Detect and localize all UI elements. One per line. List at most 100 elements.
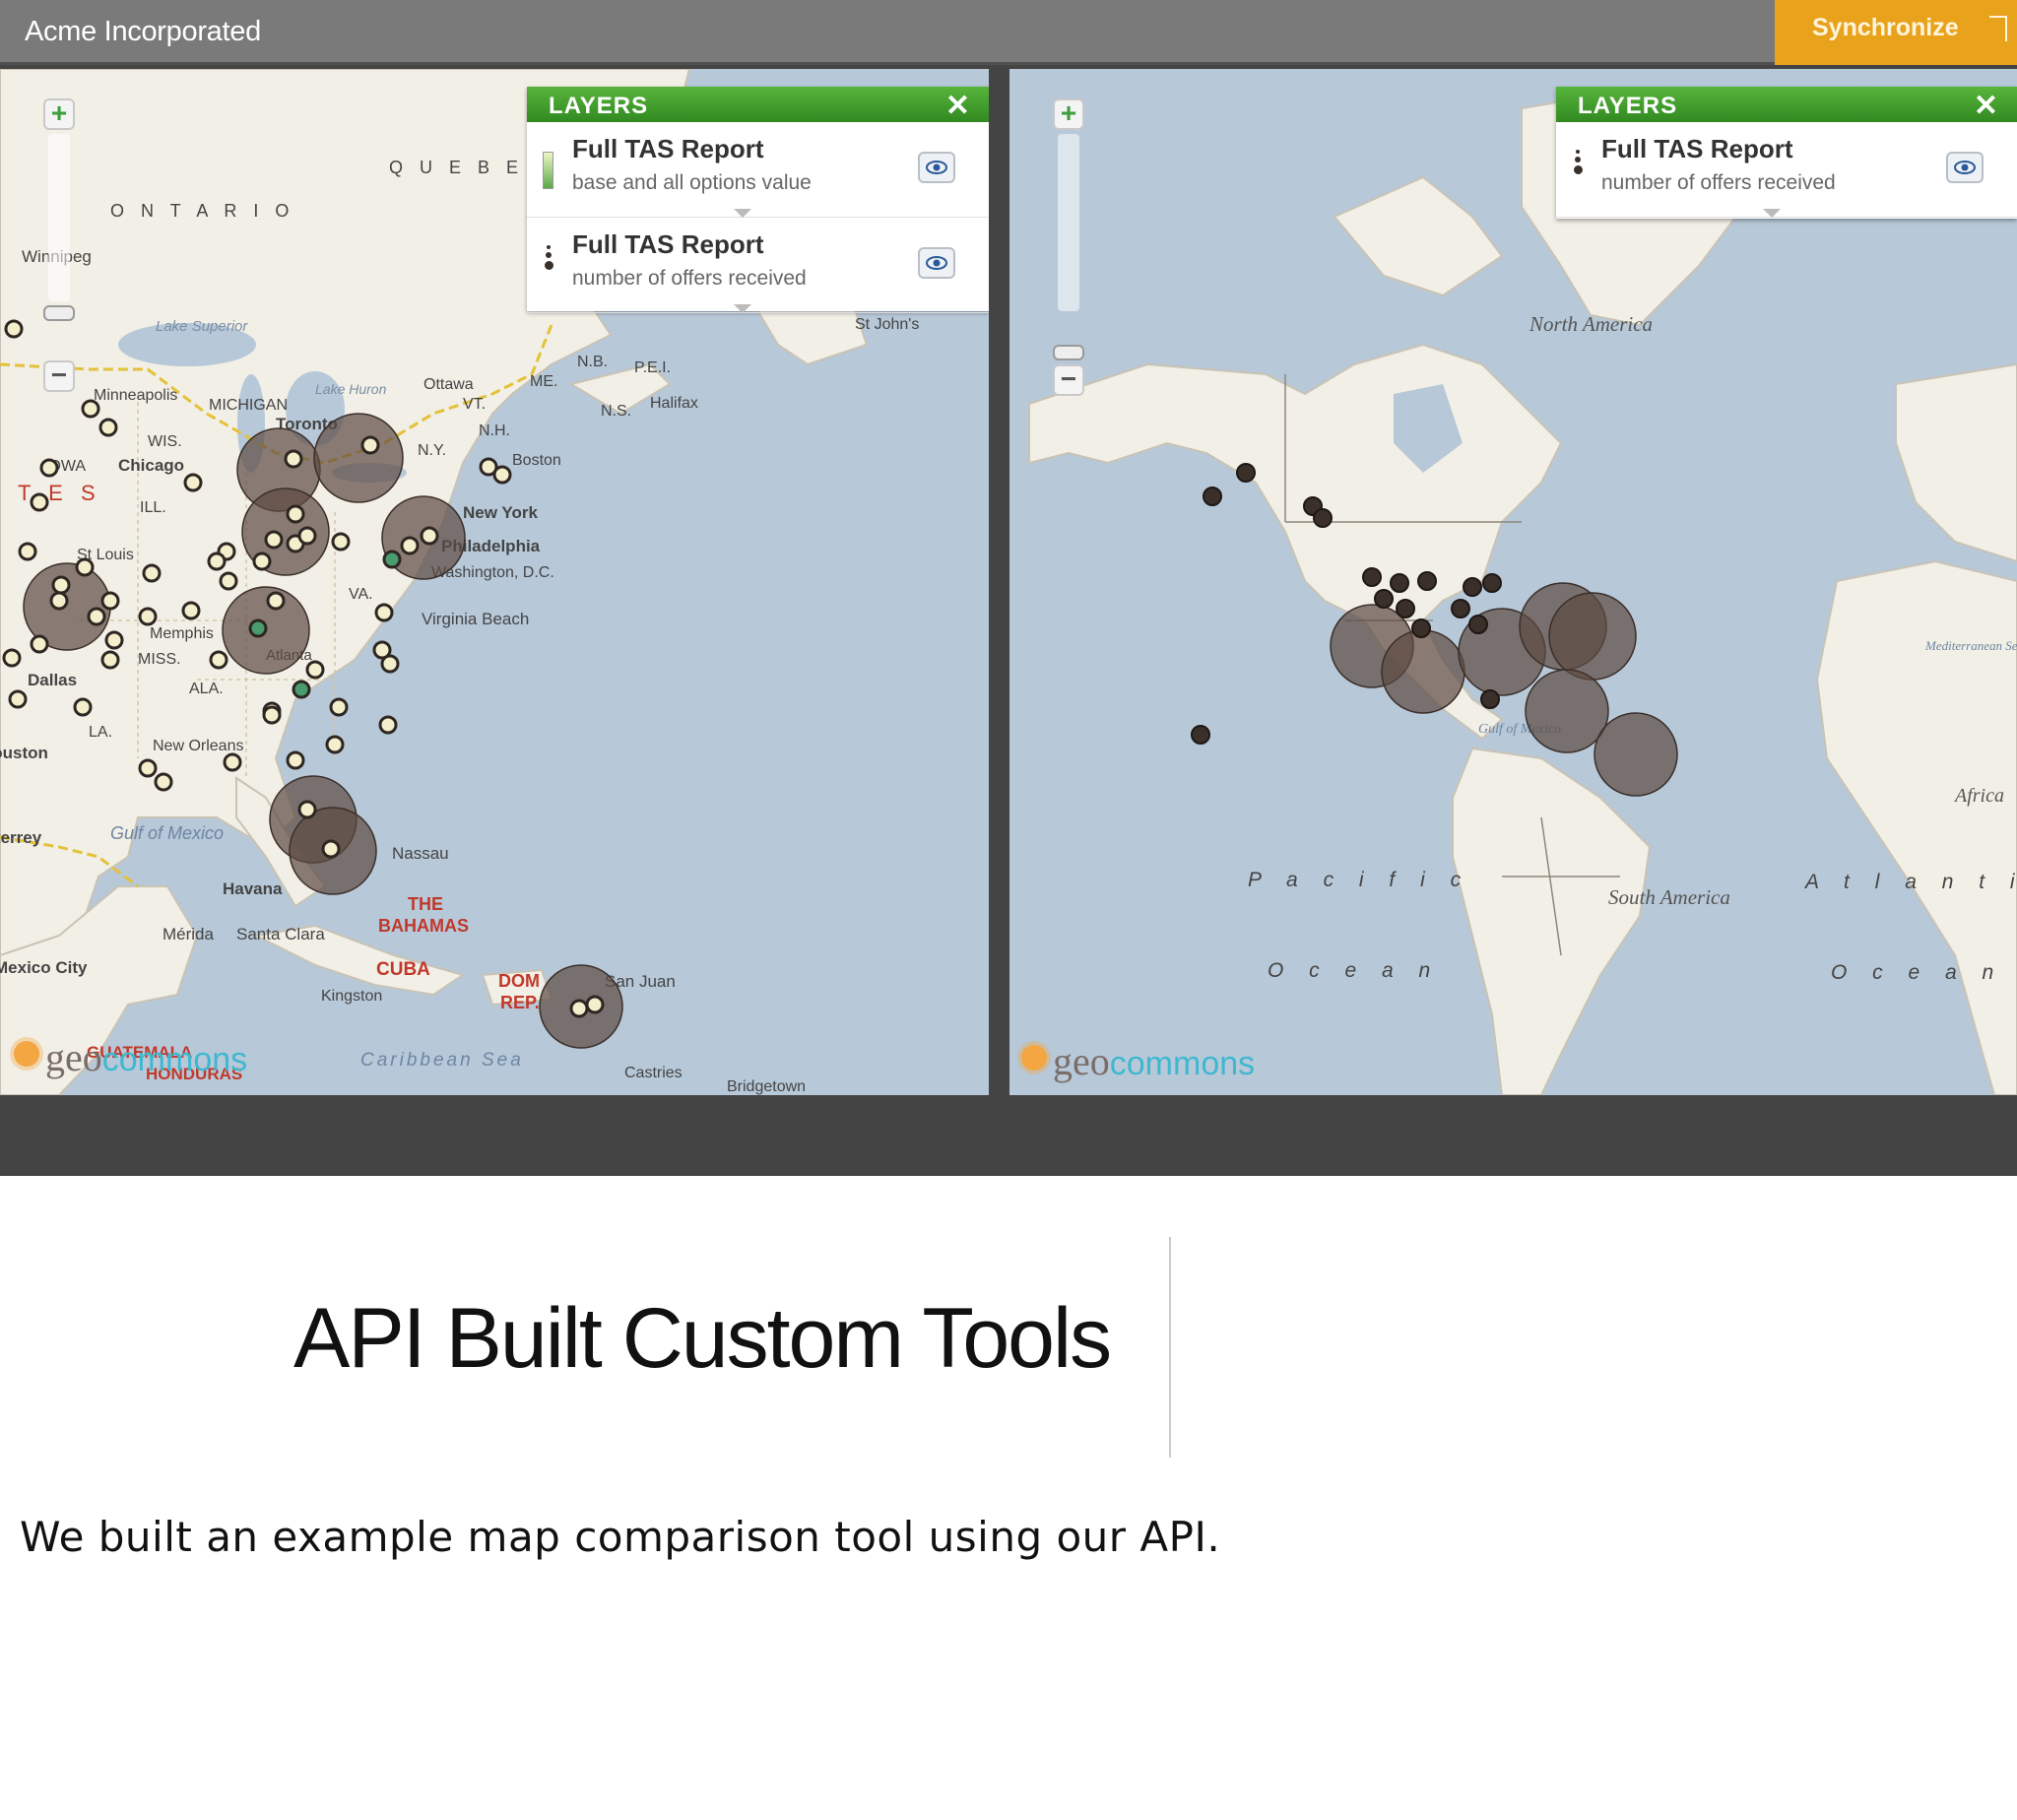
map-point[interactable] — [1482, 573, 1502, 593]
map-point[interactable] — [39, 458, 59, 478]
map-point-green[interactable] — [382, 550, 402, 569]
zoom-slider-handle[interactable] — [1053, 345, 1084, 360]
map-point[interactable] — [1374, 589, 1394, 609]
left-map[interactable]: Q U E B E O N T A R I O Winnipeg Lake Su… — [0, 69, 989, 1095]
map-bubble[interactable] — [1525, 669, 1609, 753]
map-point[interactable] — [1463, 577, 1482, 597]
map-point-green[interactable] — [248, 618, 268, 638]
map-point[interactable] — [1480, 689, 1500, 709]
map-point[interactable] — [1236, 463, 1256, 483]
map-point[interactable] — [264, 530, 284, 550]
eye-icon[interactable] — [918, 247, 955, 279]
map-point[interactable] — [262, 705, 282, 725]
map-point[interactable] — [104, 630, 124, 650]
map-point[interactable] — [138, 607, 158, 626]
label-dom-rep-1: DOM — [498, 971, 540, 991]
map-point[interactable] — [75, 557, 95, 577]
close-icon[interactable]: ✕ — [945, 89, 971, 123]
map-point[interactable] — [380, 654, 400, 674]
map-point[interactable] — [81, 399, 100, 419]
map-point[interactable] — [329, 697, 349, 717]
map-point[interactable] — [321, 839, 341, 859]
eye-icon[interactable] — [918, 152, 955, 183]
map-point[interactable] — [138, 758, 158, 778]
map-point[interactable] — [4, 319, 24, 339]
map-point[interactable] — [400, 536, 420, 555]
right-map-canvas[interactable]: North America South America Gulf of Mexi… — [1009, 69, 2017, 1095]
synchronize-button[interactable]: Synchronize — [1775, 0, 2017, 65]
map-point[interactable] — [1468, 615, 1488, 634]
map-point[interactable] — [492, 465, 512, 485]
map-point[interactable] — [297, 526, 317, 546]
map-point[interactable] — [1396, 599, 1415, 618]
zoom-slider-handle[interactable] — [43, 305, 75, 321]
map-point[interactable] — [1191, 725, 1210, 745]
map-point[interactable] — [585, 995, 605, 1014]
map-point[interactable] — [266, 591, 286, 611]
map-point[interactable] — [207, 552, 227, 571]
map-point[interactable] — [209, 650, 228, 670]
zoom-in-button[interactable]: + — [1053, 98, 1084, 130]
map-point[interactable] — [286, 750, 305, 770]
map-point[interactable] — [1390, 573, 1409, 593]
map-point[interactable] — [183, 473, 203, 492]
map-point[interactable] — [1203, 487, 1222, 506]
map-point[interactable] — [305, 660, 325, 680]
map-point[interactable] — [374, 603, 394, 622]
map-point-green[interactable] — [292, 680, 311, 699]
map-point[interactable] — [30, 634, 49, 654]
label-dallas: Dallas — [28, 671, 77, 689]
map-point[interactable] — [100, 650, 120, 670]
map-point[interactable] — [73, 697, 93, 717]
map-point[interactable] — [325, 735, 345, 754]
map-point[interactable] — [420, 526, 439, 546]
map-point[interactable] — [181, 601, 201, 620]
map-point[interactable] — [219, 571, 238, 591]
map-point[interactable] — [1417, 571, 1437, 591]
map-point[interactable] — [284, 449, 303, 469]
map-point[interactable] — [378, 715, 398, 735]
map-bubble[interactable] — [313, 413, 404, 503]
map-bubble[interactable] — [1381, 629, 1465, 714]
zoom-out-button[interactable]: − — [1053, 364, 1084, 396]
expand-caret-icon[interactable] — [734, 304, 751, 313]
zoom-in-button[interactable]: + — [43, 98, 75, 130]
eye-icon[interactable] — [1946, 152, 1984, 183]
map-bubble[interactable] — [1594, 712, 1678, 797]
map-point[interactable] — [360, 435, 380, 455]
zoom-slider-track[interactable] — [1058, 134, 1079, 311]
expand-caret-icon[interactable] — [1763, 209, 1781, 218]
map-bubble[interactable] — [1548, 592, 1637, 681]
zoom-slider-track[interactable] — [48, 134, 70, 301]
layer-item[interactable]: Full TAS Report number of offers receive… — [1556, 122, 2017, 218]
map-point[interactable] — [30, 492, 49, 512]
right-map[interactable]: North America South America Gulf of Mexi… — [1009, 69, 2017, 1095]
map-point[interactable] — [49, 591, 69, 611]
map-point[interactable] — [51, 575, 71, 595]
map-point[interactable] — [154, 772, 173, 792]
layer-item[interactable]: Full TAS Report base and all options val… — [527, 122, 989, 218]
map-point[interactable] — [286, 504, 305, 524]
expand-caret-icon[interactable] — [734, 209, 751, 218]
layer-item[interactable]: Full TAS Report number of offers receive… — [527, 218, 989, 313]
layer-subtitle: number of offers received — [572, 267, 807, 290]
close-icon[interactable]: ✕ — [1974, 89, 1999, 123]
map-point[interactable] — [252, 552, 272, 571]
layer-title: Full TAS Report — [572, 229, 764, 259]
map-point[interactable] — [223, 752, 242, 772]
zoom-out-button[interactable]: − — [43, 360, 75, 392]
map-point[interactable] — [87, 607, 106, 626]
map-point[interactable] — [1451, 599, 1470, 618]
map-point[interactable] — [98, 418, 118, 437]
map-point[interactable] — [8, 689, 28, 709]
map-point[interactable] — [331, 532, 351, 552]
map-point[interactable] — [569, 999, 589, 1018]
map-point[interactable] — [18, 542, 37, 561]
map-point[interactable] — [1362, 567, 1382, 587]
map-point[interactable] — [297, 800, 317, 819]
map-point[interactable] — [100, 591, 120, 611]
map-point[interactable] — [2, 648, 22, 668]
map-point[interactable] — [1313, 508, 1333, 528]
map-point[interactable] — [1411, 618, 1431, 638]
map-point[interactable] — [142, 563, 162, 583]
